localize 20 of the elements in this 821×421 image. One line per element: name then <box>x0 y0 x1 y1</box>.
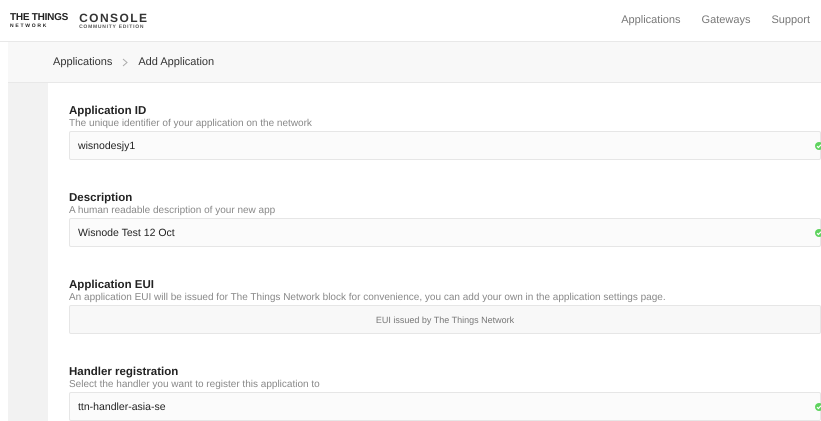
input-field[interactable]: ttn-handler-asia-se <box>69 392 821 421</box>
input-field[interactable]: Wisnode Test 12 Oct <box>69 218 821 247</box>
nav-link[interactable]: Applications <box>621 12 681 29</box>
console-title: CONSOLE <box>79 12 148 24</box>
field-label: Application EUI <box>69 278 155 292</box>
nav-link[interactable]: Gateways <box>702 12 750 29</box>
chevron-icon <box>122 58 128 66</box>
field-label: Handler registration <box>69 365 180 379</box>
input-field[interactable]: wisnodesjy1 <box>69 131 821 160</box>
field-hint: An application EUI will be issued for The Things Network block for convenience, you can add your own in the application settings page. <box>69 292 667 304</box>
logo-title: THE THINGS <box>10 12 68 22</box>
field-label: Application ID <box>69 104 148 118</box>
eui-field[interactable]: EUI issued by The Things Network <box>69 305 821 334</box>
field-label: Description <box>69 191 134 205</box>
nav-link[interactable]: Support <box>771 12 810 29</box>
breadcrumb-link[interactable]: Applications <box>53 54 112 70</box>
field-hint: The unique identifier of your application on the network <box>69 118 313 130</box>
breadcrumb-link[interactable]: Add Application <box>138 54 214 70</box>
field-hint: Select the handler you want to register this application to <box>69 379 321 391</box>
field-hint: A human readable description of your new app <box>69 205 276 217</box>
